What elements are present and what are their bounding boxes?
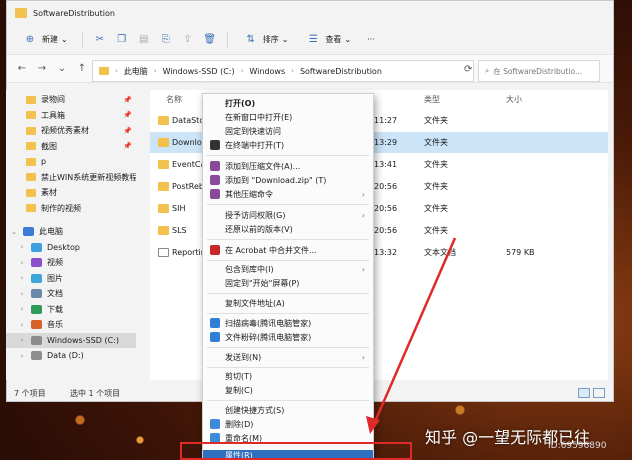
- arrow-head: [366, 416, 380, 434]
- annotation-arrow: [366, 237, 457, 434]
- arrow-shaft: [372, 237, 457, 425]
- watermark-id: ID:69596890: [548, 441, 607, 451]
